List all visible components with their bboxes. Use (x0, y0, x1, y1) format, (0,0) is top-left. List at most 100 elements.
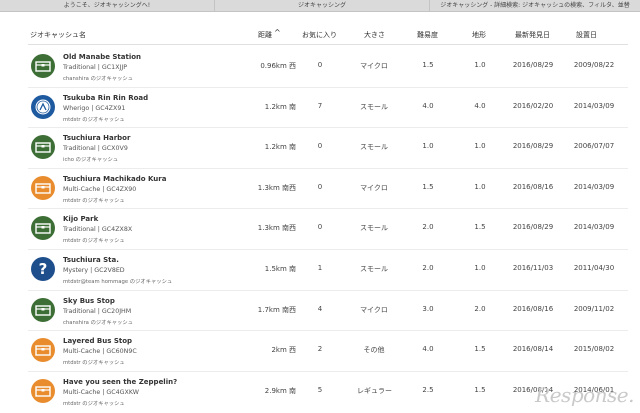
svg-text:?: ? (39, 260, 48, 278)
col-header-placed[interactable]: 設置日 (576, 30, 597, 40)
col-header-difficulty[interactable]: 難易度 (417, 30, 438, 40)
multi-cache-icon (31, 175, 55, 200)
cache-favorites: 1 (317, 264, 323, 272)
sort-ascending-icon[interactable]: ^ (274, 28, 281, 37)
col-header-distance-label: 距離 (258, 31, 272, 39)
browser-tab-advanced-search[interactable]: ジオキャッシング - 詳細検索: ジオキャッシュの検索、フィルタ、並替 (430, 0, 640, 11)
col-header-name[interactable]: ジオキャッシュ名 (30, 30, 86, 40)
cache-difficulty: 1.5 (422, 182, 434, 191)
cache-difficulty: 2.5 (422, 385, 434, 394)
cache-owner: mtdstr のジオキャッシュ (63, 360, 125, 367)
cache-owner: mtdstr のジオキャッシュ (63, 197, 125, 204)
cache-terrain: 1.5 (474, 223, 486, 232)
cache-last-found: 2016/08/16 (512, 304, 554, 313)
cache-owner: mtdstr@team hommage のジオキャッシュ (63, 279, 173, 285)
cache-type-code: Traditional | GC20JHM (63, 307, 132, 315)
cache-difficulty: 2.0 (422, 264, 434, 272)
cache-name[interactable]: Kijo Park (63, 215, 98, 223)
col-header-favorites[interactable]: お気に入り (302, 30, 337, 40)
mystery-icon: ? (31, 257, 55, 281)
cache-size: マイクロ (360, 305, 388, 314)
browser-tab-welcome[interactable]: ようこそ、ジオキャッシングへ! (0, 0, 215, 11)
cache-placed-date: 2009/08/22 (573, 61, 615, 69)
cache-distance: 0.96km 西 (260, 62, 296, 70)
cache-owner: mtdstr のジオキャッシュ (63, 400, 125, 407)
cache-placed-date: 2011/04/30 (573, 264, 615, 272)
cache-distance: 2km 西 (271, 346, 296, 355)
cache-name[interactable]: Old Manabe Station (63, 53, 141, 61)
cache-last-found: 2016/08/29 (512, 61, 554, 69)
cache-name[interactable]: Tsukuba Rin Rin Road (63, 94, 148, 102)
cache-terrain: 1.0 (474, 142, 486, 151)
cache-last-found: 2016/08/14 (512, 345, 554, 354)
cache-type-code: Traditional | GC4ZX8X (63, 226, 133, 234)
cache-difficulty: 3.0 (422, 304, 434, 313)
traditional-icon (31, 297, 55, 322)
cache-type-code: Traditional | GC1XJJP (63, 64, 128, 71)
cache-last-found: 2016/11/03 (512, 264, 554, 272)
col-header-size[interactable]: 大きさ (364, 30, 385, 40)
cache-name[interactable]: Tsuchiura Harbor (63, 134, 130, 142)
cache-last-found: 2016/08/29 (512, 223, 554, 232)
cache-type-code: Multi-Cache | GC4GXKW (63, 388, 139, 396)
table-row[interactable]: Sky Bus Stop Traditional | GC20JHM chanshi… (0, 291, 640, 332)
table-row[interactable]: Kijo Park Traditional | GC4ZX8X mtdstr のジオ… (0, 209, 640, 250)
traditional-icon (31, 216, 55, 241)
cache-type-code: Multi-Cache | GC4ZX90 (63, 185, 137, 193)
cache-size: スモール (360, 224, 388, 233)
cache-owner: icho のジオキャッシュ (63, 157, 119, 164)
browser-tab-geocaching[interactable]: ジオキャッシング (215, 0, 430, 11)
table-row[interactable]: Tsuchiura Harbor Traditional | GCX0V9 icho… (0, 128, 640, 169)
col-header-distance[interactable]: 距離 (258, 30, 272, 40)
cache-type-code: Multi-Cache | GC60N9C (63, 348, 137, 356)
cache-favorites: 0 (317, 61, 323, 69)
cache-terrain: 2.0 (474, 304, 486, 313)
table-row[interactable]: Tsuchiura Machikado Kura Multi-Cache | GC… (0, 169, 640, 210)
table-row[interactable]: ? Tsuchiura Sta. Mystery | GC2V8ED mtdstr@t… (0, 250, 640, 291)
cache-owner: chanshira のジオキャッシュ (63, 319, 133, 326)
cache-terrain: 1.0 (474, 182, 486, 191)
cache-difficulty: 1.5 (422, 61, 434, 69)
cache-name[interactable]: Layered Bus Stop (63, 337, 132, 345)
cache-favorites: 4 (317, 304, 323, 313)
table-row[interactable]: Layered Bus Stop Multi-Cache | GC60N9C mtd… (0, 331, 640, 372)
cache-placed-date: 2006/07/07 (573, 142, 615, 151)
watermark-logo: Response. (535, 383, 634, 407)
cache-name[interactable]: Sky Bus Stop (63, 297, 115, 305)
cache-placed-date: 2014/03/09 (573, 101, 615, 110)
cache-size: レギュラー (357, 386, 392, 395)
cache-favorites: 2 (317, 345, 323, 354)
cache-size: スモール (360, 102, 388, 111)
cache-size: その他 (363, 346, 385, 355)
cache-terrain: 1.0 (474, 61, 486, 69)
col-header-terrain[interactable]: 地形 (472, 30, 486, 40)
cache-name[interactable]: Tsuchiura Machikado Kura (63, 175, 166, 183)
cache-placed-date: 2014/03/09 (573, 182, 615, 191)
cache-last-found: 2016/08/16 (512, 182, 554, 191)
header-divider (28, 44, 628, 45)
cache-terrain: 4.0 (474, 101, 486, 110)
cache-name[interactable]: Tsuchiura Sta. (63, 256, 119, 264)
cache-size: スモール (360, 265, 388, 273)
cache-size: マイクロ (360, 183, 388, 192)
cache-type-code: Wherigo | GC4ZX91 (63, 104, 126, 112)
cache-size: スモール (360, 143, 388, 152)
cache-distance: 1.3km 南西 (257, 183, 296, 192)
table-row[interactable]: Tsukuba Rin Rin Road Wherigo | GC4ZX91 mtd… (0, 88, 640, 129)
cache-owner: chanshira のジオキャッシュ (63, 76, 133, 82)
cache-difficulty: 4.0 (422, 345, 434, 354)
cache-type-code: Traditional | GCX0V9 (63, 145, 128, 153)
col-header-last-found[interactable]: 最新発見日 (515, 30, 550, 40)
cache-type-code: Mystery | GC2V8ED (63, 267, 125, 274)
cache-distance: 1.2km 南 (264, 143, 296, 152)
cache-favorites: 5 (317, 385, 323, 394)
cache-size: マイクロ (360, 62, 388, 70)
cache-last-found: 2016/08/29 (512, 142, 554, 151)
cache-terrain: 1.5 (474, 345, 486, 354)
cache-favorites: 0 (317, 142, 323, 151)
cache-difficulty: 4.0 (422, 101, 434, 110)
cache-favorites: 7 (317, 101, 323, 110)
table-row[interactable]: Old Manabe Station Traditional | GC1XJJP c… (0, 47, 640, 88)
cache-terrain: 1.5 (474, 385, 486, 394)
cache-name[interactable]: Have you seen the Zeppelin? (63, 378, 177, 386)
